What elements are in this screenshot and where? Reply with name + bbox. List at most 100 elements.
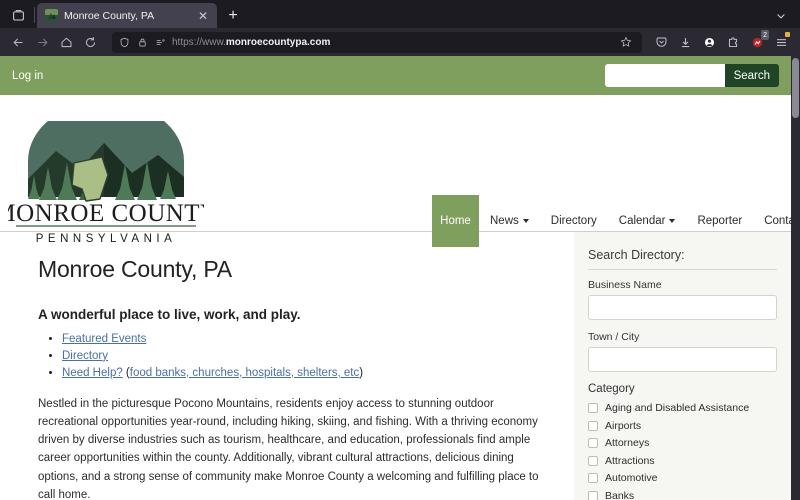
site-utility-bar: Log in Search xyxy=(0,56,791,95)
browser-window: Monroe County, PA ✕ + https://www.monroe… xyxy=(0,0,800,500)
link-featured-events[interactable]: Featured Events xyxy=(62,333,146,345)
monroe-county-favicon xyxy=(45,9,58,22)
nav-item-news[interactable]: News xyxy=(479,195,540,247)
link-need-help[interactable]: Need Help? xyxy=(62,367,123,379)
app-menu-icon[interactable] xyxy=(770,31,792,53)
nav-label-home: Home xyxy=(440,215,471,227)
new-tab-button[interactable]: + xyxy=(220,3,246,28)
nav-label-reporter: Reporter xyxy=(697,215,743,227)
category-label-text: Automotive xyxy=(605,472,658,484)
url-bar[interactable]: https://www.monroecountypa.com xyxy=(112,31,642,53)
star-icon[interactable] xyxy=(616,32,636,52)
category-label-text: Airports xyxy=(605,419,642,432)
list-item: Featured Events xyxy=(62,331,550,348)
category-checkbox-list: Aging and Disabled Assistance Airports A… xyxy=(588,402,777,500)
tab-divider xyxy=(34,7,35,23)
category-label-text: Banks xyxy=(605,489,635,500)
reload-icon[interactable] xyxy=(78,31,102,53)
forward-icon[interactable] xyxy=(30,31,54,53)
checkbox-icon[interactable] xyxy=(588,473,598,483)
svg-text:PENNSYLVANIA: PENNSYLVANIA xyxy=(36,233,177,245)
login-link[interactable]: Log in xyxy=(12,70,43,82)
list-item[interactable]: Automotive xyxy=(588,472,777,484)
lock-icon[interactable] xyxy=(136,36,149,49)
search-button[interactable]: Search xyxy=(724,64,779,87)
link-directory[interactable]: Directory xyxy=(62,350,108,362)
list-item[interactable]: Attorneys xyxy=(588,437,777,449)
nav-item-home[interactable]: Home xyxy=(432,195,479,247)
category-label-text: Aging and Disabled Assistance xyxy=(605,402,750,414)
search-input[interactable] xyxy=(604,64,725,87)
content-row: Monroe County, PA A wonderful place to l… xyxy=(0,232,791,500)
browser-tab[interactable]: Monroe County, PA ✕ xyxy=(37,3,217,28)
help-close-paren: ) xyxy=(359,366,364,379)
adblock-badge: 2 xyxy=(761,30,769,40)
category-label-text: Attorneys xyxy=(605,437,650,449)
list-item[interactable]: Airports xyxy=(588,420,777,432)
page-viewport: Log in Search ONROE COUNT PENNSYLVANIA H… xyxy=(0,56,800,500)
business-name-input[interactable] xyxy=(588,295,777,320)
toolbar-extensions: 2 xyxy=(650,30,794,53)
page-title: Monroe County, PA xyxy=(38,256,232,282)
list-item[interactable]: Banks xyxy=(588,490,777,500)
nav-label-calendar: Calendar xyxy=(618,215,666,227)
list-item[interactable]: Aging and Disabled Assistance xyxy=(588,402,777,414)
chevron-down-icon[interactable] xyxy=(768,3,794,28)
update-indicator xyxy=(785,32,790,37)
url-prefix: https://www. xyxy=(172,36,226,48)
site-search-form: Search xyxy=(604,64,779,87)
nav-item-directory[interactable]: Directory xyxy=(540,195,608,247)
nav-item-reporter[interactable]: Reporter xyxy=(686,195,753,247)
checkbox-icon[interactable] xyxy=(588,490,598,500)
checkbox-icon[interactable] xyxy=(588,403,598,413)
category-label-text: Attractions xyxy=(605,454,655,467)
svg-text:MONROE COUNTY: MONROE COUNTY xyxy=(8,200,204,225)
nav-label-directory: Directory xyxy=(550,215,597,227)
browser-toolbar: https://www.monroecountypa.com 2 xyxy=(0,28,800,56)
nav-label-news: News xyxy=(490,215,519,227)
help-open-paren: ( xyxy=(122,366,130,379)
category-label: Category xyxy=(588,383,635,395)
website-page: Log in Search ONROE COUNT PENNSYLVANIA H… xyxy=(0,56,791,500)
reader-view-icon[interactable] xyxy=(154,36,167,49)
adblock-icon[interactable]: 2 xyxy=(746,30,769,53)
sidebar-title: Search Directory: xyxy=(588,248,777,270)
page-subtitle: A wonderful place to live, work, and pla… xyxy=(38,307,301,322)
link-help-categories[interactable]: food banks, churches, hospitals, shelter… xyxy=(130,367,359,379)
extension-puzzle-icon[interactable] xyxy=(722,31,744,53)
downloads-icon[interactable] xyxy=(674,31,696,53)
url-text: https://www.monroecountypa.com xyxy=(172,37,611,48)
checkbox-icon[interactable] xyxy=(588,438,598,448)
shield-icon[interactable] xyxy=(118,36,131,49)
main-navigation: Home News Directory Calendar Reporter Co… xyxy=(432,195,791,247)
nav-item-contact[interactable]: Contact xyxy=(753,195,791,247)
tab-title: Monroe County, PA xyxy=(64,9,155,22)
account-icon[interactable] xyxy=(698,31,720,53)
town-city-label: Town / City xyxy=(588,331,640,343)
url-domain: monroecountypa.com xyxy=(225,36,331,48)
checkbox-icon[interactable] xyxy=(588,420,598,431)
main-content: Monroe County, PA A wonderful place to l… xyxy=(0,232,574,500)
pocket-icon[interactable] xyxy=(650,31,672,53)
checkbox-icon[interactable] xyxy=(588,455,598,466)
tab-strip: Monroe County, PA ✕ + xyxy=(0,0,800,28)
scrollbar-thumb[interactable] xyxy=(792,58,799,118)
list-item: Need Help? (food banks, churches, hospit… xyxy=(62,365,550,382)
directory-sidebar: Search Directory: Business Name Town / C… xyxy=(574,232,791,500)
nav-label-contact: Contact xyxy=(764,215,791,227)
page-scrollbar[interactable] xyxy=(791,56,800,500)
town-city-input[interactable] xyxy=(588,347,777,372)
business-name-label: Business Name xyxy=(588,279,662,291)
chevron-down-icon xyxy=(669,219,676,223)
tab-list-icon[interactable] xyxy=(4,2,32,28)
list-item: Directory xyxy=(62,348,550,365)
back-icon[interactable] xyxy=(6,31,30,53)
close-icon[interactable]: ✕ xyxy=(195,8,211,24)
nav-item-calendar[interactable]: Calendar xyxy=(608,195,687,247)
intro-paragraph: Nestled in the picturesque Pocono Mounta… xyxy=(38,398,539,500)
list-item[interactable]: Attractions xyxy=(588,455,777,467)
home-icon[interactable] xyxy=(54,31,78,53)
monroe-county-logo[interactable]: MONROE COUNTY PENNSYLVANIA xyxy=(8,101,204,245)
chevron-down-icon xyxy=(522,219,529,223)
quick-links-list: Featured Events Directory Need Help? (fo… xyxy=(62,331,550,381)
